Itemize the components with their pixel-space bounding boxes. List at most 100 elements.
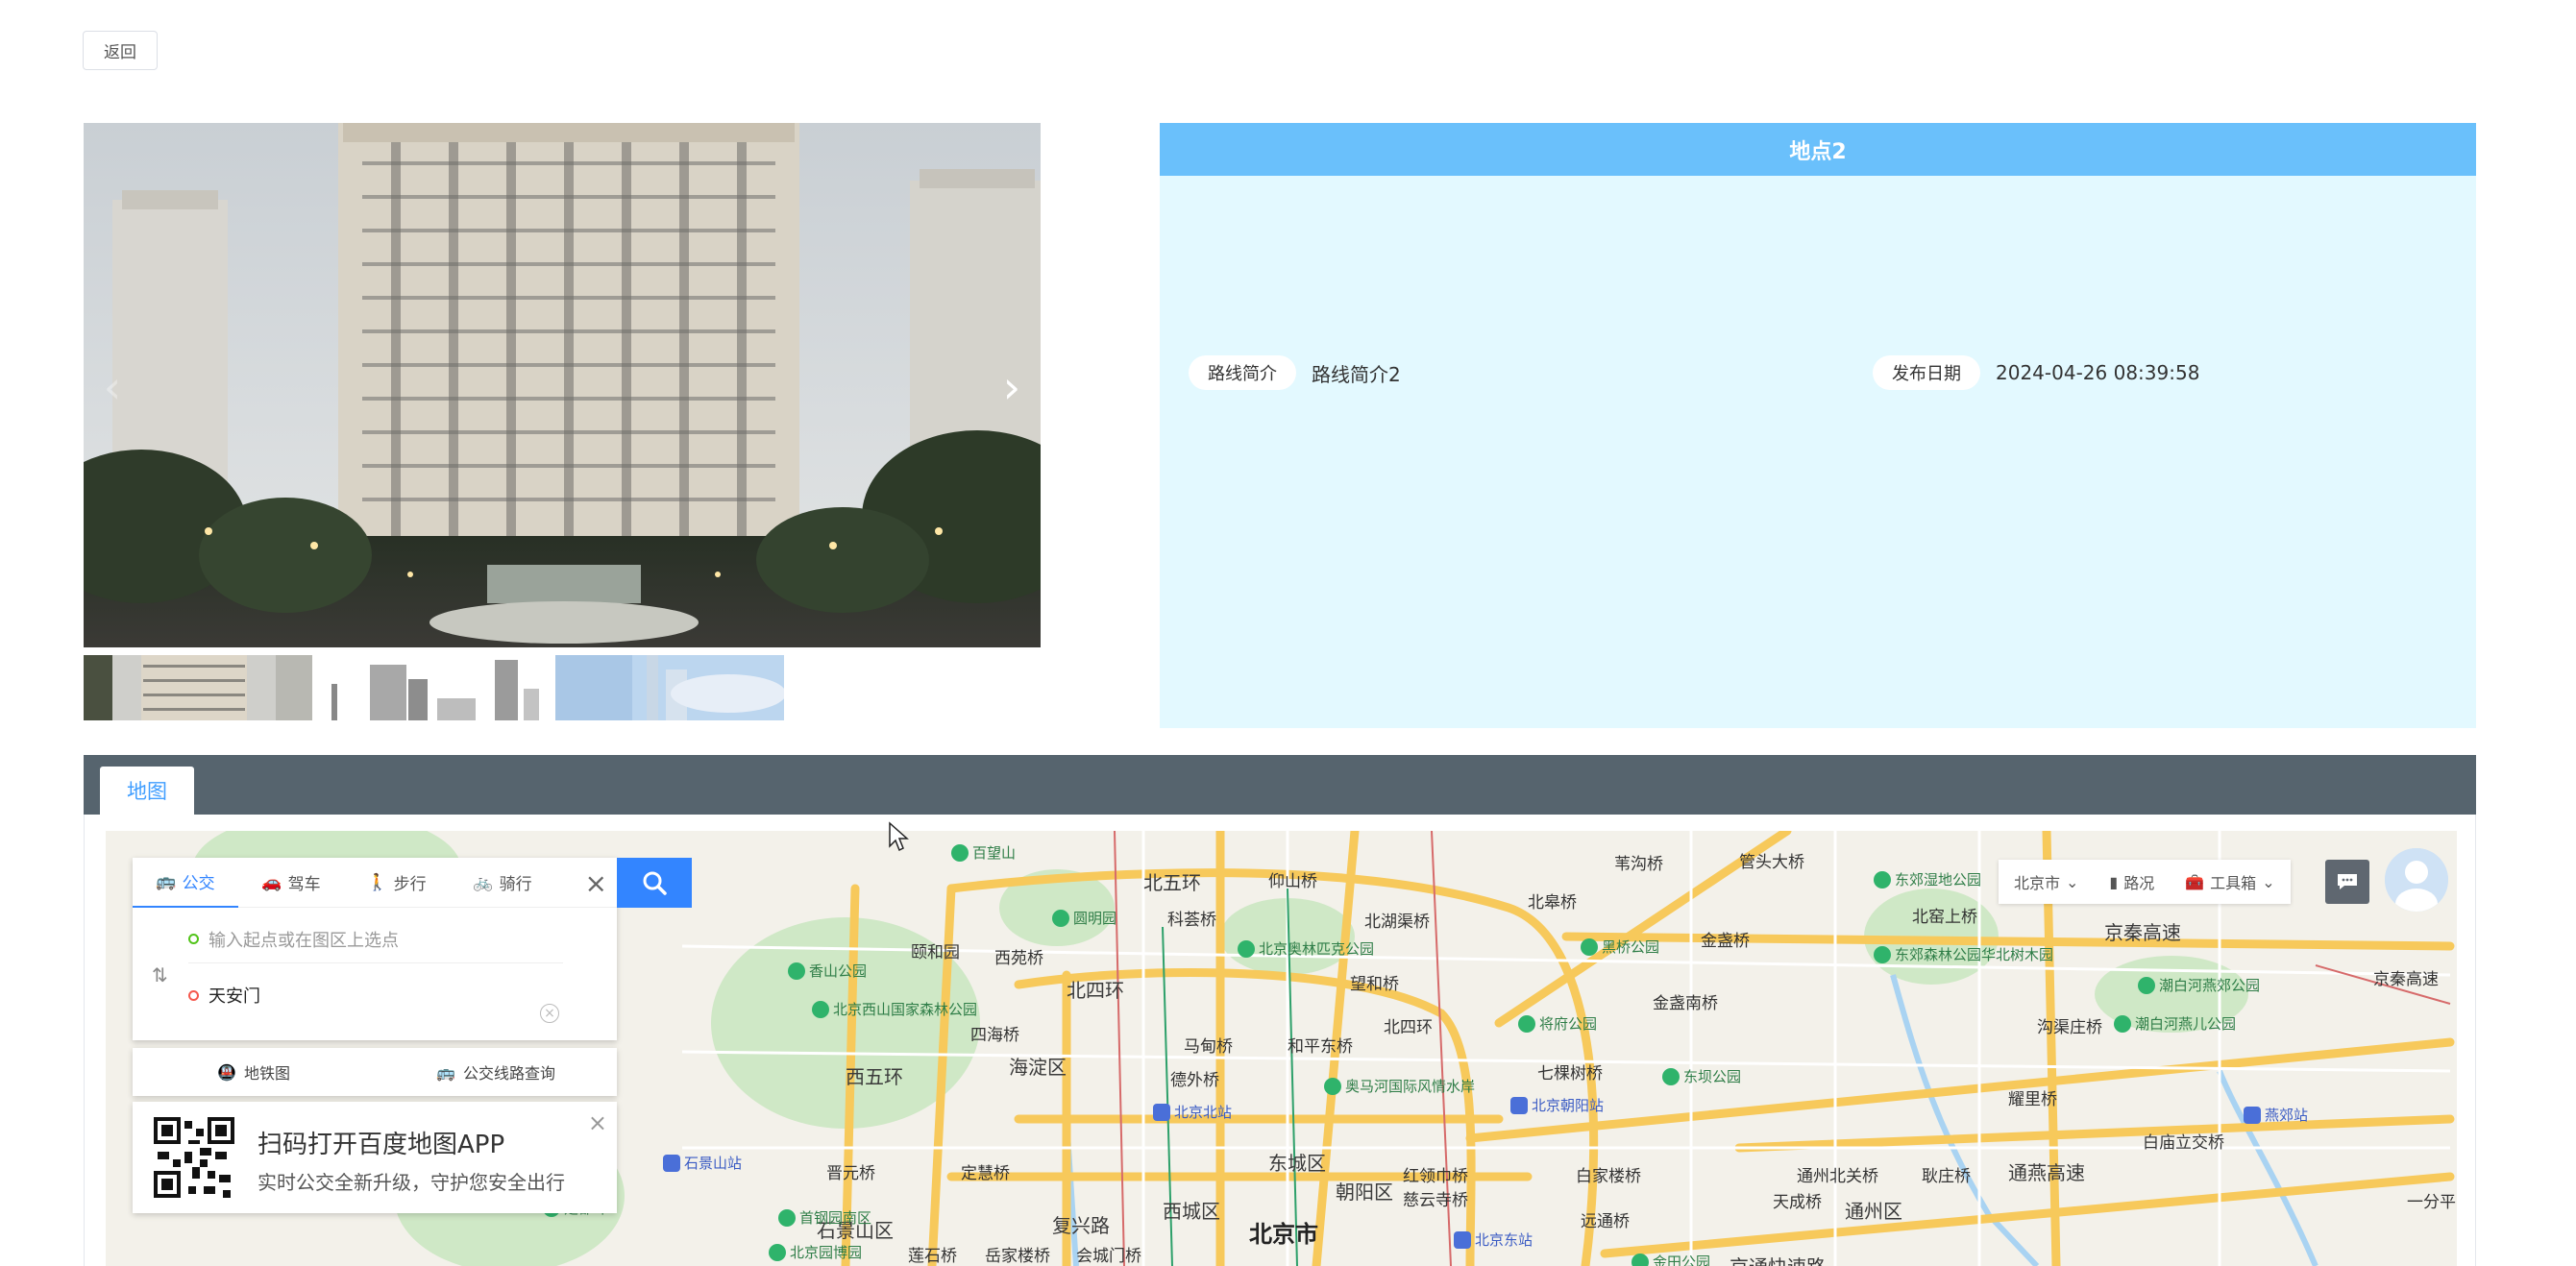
poi-label: 将府公园 bbox=[1539, 1015, 1598, 1033]
map-poi[interactable]: 金田公园 bbox=[1631, 1252, 1710, 1266]
city-selector[interactable]: 北京市 ⌄ bbox=[1999, 860, 2094, 904]
map-place-label: 科荟桥 bbox=[1167, 911, 1216, 930]
map-place-label: 京秦高速 bbox=[2373, 970, 2439, 989]
mode-transit[interactable]: 🚌 公交 bbox=[133, 858, 238, 908]
poi-label: 首钢园南区 bbox=[799, 1209, 872, 1227]
directions-panel: 🚌 公交 🚗 驾车 🚶 步行 🚲 骑行 × ⇅ 输入起点或在图区上选点 天安门 … bbox=[133, 858, 617, 1040]
thumbnail[interactable] bbox=[84, 655, 312, 720]
city-label: 北京市 bbox=[2014, 874, 2061, 892]
map-place-label: 四海桥 bbox=[970, 1026, 1019, 1045]
mode-drive[interactable]: 🚗 驾车 bbox=[238, 858, 344, 908]
map-place-label: 北窑上桥 bbox=[1912, 908, 1977, 927]
toolbox-icon: 🧰 bbox=[2185, 872, 2205, 891]
map-poi[interactable]: 奥马河国际风情水岸 bbox=[1324, 1076, 1475, 1096]
map-place-label: 通燕高速 bbox=[2008, 1161, 2085, 1184]
search-icon bbox=[643, 871, 667, 895]
map-station[interactable]: 北京北站 bbox=[1153, 1102, 1232, 1122]
map-poi[interactable]: 东郊湿地公园 bbox=[1874, 869, 1981, 889]
map-poi[interactable]: 东坝公园 bbox=[1662, 1066, 1741, 1086]
info-field-route: 路线简介 路线简介2 bbox=[1189, 355, 1401, 390]
park-icon bbox=[1874, 945, 1891, 963]
traffic-light-icon: ▮ bbox=[2109, 872, 2119, 891]
map-poi[interactable]: 东郊森林公园华北树木园 bbox=[1874, 944, 2053, 964]
map-poi[interactable]: 首钢园南区 bbox=[778, 1207, 871, 1228]
map-place-label: 北湖渠桥 bbox=[1364, 913, 1430, 932]
subway-map-link[interactable]: 🚇 地铁图 bbox=[133, 1060, 375, 1083]
map-station[interactable]: 北京东站 bbox=[1454, 1229, 1533, 1250]
map-place-label: 天成桥 bbox=[1773, 1193, 1822, 1212]
poi-label: 东郊森林公园华北树木园 bbox=[1895, 946, 2054, 963]
subway-icon: 🚇 bbox=[217, 1062, 236, 1082]
traffic-toggle[interactable]: ▮ 路况 bbox=[2094, 860, 2170, 904]
traffic-label: 路况 bbox=[2123, 874, 2155, 892]
carousel-next[interactable]: › bbox=[983, 353, 1041, 421]
start-marker-icon bbox=[188, 934, 199, 944]
user-icon bbox=[2385, 848, 2448, 912]
start-placeholder: 输入起点或在图区上选点 bbox=[209, 930, 399, 951]
message-icon bbox=[2338, 874, 2357, 889]
map-place-label: 晋元桥 bbox=[826, 1164, 875, 1183]
poi-label: 东坝公园 bbox=[1683, 1068, 1742, 1085]
map-poi[interactable]: 将府公园 bbox=[1518, 1013, 1597, 1034]
map-poi[interactable]: 圆明园 bbox=[1052, 908, 1116, 928]
route-search-button[interactable] bbox=[617, 858, 692, 908]
feedback-button[interactable] bbox=[2325, 860, 2369, 904]
train-station-icon bbox=[663, 1154, 680, 1172]
map-place-label: 通州区 bbox=[1845, 1200, 1902, 1223]
map-poi[interactable]: 潮白河燕郊公园 bbox=[2138, 975, 2260, 995]
thumbnail[interactable] bbox=[555, 655, 784, 720]
map-place-label: 仰山桥 bbox=[1268, 872, 1317, 891]
mode-label: 步行 bbox=[393, 875, 427, 894]
map-poi[interactable]: 北京奥林匹克公园 bbox=[1238, 938, 1374, 959]
park-icon bbox=[1052, 909, 1069, 927]
car-icon: 🚗 bbox=[261, 872, 282, 892]
close-icon[interactable]: × bbox=[588, 1109, 607, 1136]
park-icon bbox=[788, 962, 805, 980]
carousel-prev[interactable]: ‹ bbox=[84, 353, 141, 421]
map-station[interactable]: 燕郊站 bbox=[2244, 1105, 2308, 1125]
user-avatar[interactable] bbox=[2385, 848, 2448, 912]
map-place-label: 会城门桥 bbox=[1076, 1247, 1141, 1266]
poi-label: 潮白河燕郊公园 bbox=[2159, 977, 2261, 994]
mode-walk[interactable]: 🚶 步行 bbox=[344, 858, 450, 908]
end-input[interactable]: 天安门 bbox=[188, 971, 563, 1019]
park-icon bbox=[1518, 1014, 1535, 1033]
station-label: 北京北站 bbox=[1174, 1104, 1233, 1121]
swap-icon[interactable]: ⇅ bbox=[152, 963, 168, 986]
tab-map[interactable]: 地图 bbox=[100, 767, 194, 815]
carousel-thumbnails bbox=[84, 655, 784, 720]
bike-icon: 🚲 bbox=[473, 872, 494, 892]
station-label: 北京东站 bbox=[1475, 1231, 1533, 1249]
map-poi[interactable]: 北京园博园 bbox=[769, 1242, 862, 1262]
qr-code-icon bbox=[154, 1117, 234, 1198]
toolbox-label: 工具箱 bbox=[2210, 874, 2257, 892]
map-station[interactable]: 北京朝阳站 bbox=[1510, 1095, 1604, 1115]
map-poi[interactable]: 潮白河燕儿公园 bbox=[2114, 1013, 2236, 1034]
map-poi[interactable]: 黑桥公园 bbox=[1581, 937, 1659, 957]
map-poi[interactable]: 北京西山国家森林公园 bbox=[812, 999, 977, 1019]
poi-label: 北京园博园 bbox=[790, 1244, 863, 1261]
map-container: 北五环 北四环 海淀区 东城区 朝阳区 西城区 北京市 石景山区 复兴路 通州区 北四环 仰山桥 北湖渠… bbox=[84, 815, 2476, 1266]
clear-icon[interactable]: × bbox=[540, 1004, 559, 1023]
map-canvas[interactable]: 北五环 北四环 海淀区 东城区 朝阳区 西城区 北京市 石景山区 复兴路 通州区 北四环 仰山桥 北湖渠… bbox=[106, 831, 2457, 1266]
park-icon bbox=[769, 1243, 786, 1261]
map-station[interactable]: 石景山站 bbox=[663, 1153, 742, 1173]
poi-label: 北京西山国家森林公园 bbox=[833, 1001, 978, 1018]
mouse-cursor-icon bbox=[889, 821, 909, 852]
map-place-label: 金盏南桥 bbox=[1653, 994, 1718, 1013]
toolbox-menu[interactable]: 🧰 工具箱 ⌄ bbox=[2170, 860, 2290, 904]
map-poi[interactable]: 香山公园 bbox=[788, 961, 867, 981]
mode-bike[interactable]: 🚲 骑行 bbox=[450, 858, 555, 908]
field-value: 路线简介2 bbox=[1312, 362, 1401, 386]
link-label: 公交线路查询 bbox=[462, 1064, 555, 1083]
bus-line-link[interactable]: 🚌 公交线路查询 bbox=[375, 1060, 617, 1083]
back-button[interactable]: 返回 bbox=[83, 31, 158, 70]
thumbnail[interactable] bbox=[312, 655, 555, 720]
map-place-label: 北五环 bbox=[1143, 871, 1201, 894]
carousel-image bbox=[84, 123, 1041, 647]
close-icon[interactable]: × bbox=[585, 867, 607, 899]
start-input[interactable]: 输入起点或在图区上选点 bbox=[188, 915, 563, 963]
map-poi[interactable]: 百望山 bbox=[951, 842, 1016, 863]
park-icon bbox=[1631, 1253, 1649, 1266]
mode-label: 骑行 bbox=[499, 875, 532, 894]
